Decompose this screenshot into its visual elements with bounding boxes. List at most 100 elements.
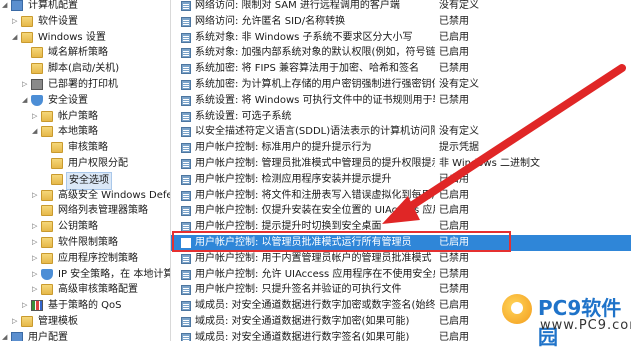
policy-row[interactable]: 系统对象: 加强内部系统对象的默认权限(例如，符号链接) 已启用	[171, 45, 631, 61]
tree-item-label: 管理模板	[38, 316, 78, 327]
policy-row[interactable]: 系统设置: 可选子系统	[171, 109, 631, 125]
policy-setting: 已启用	[439, 31, 469, 43]
expand-icon[interactable]: ▷	[22, 302, 28, 309]
policy-name: 用户帐户控制: 用于内置管理员帐户的管理员批准模式	[195, 252, 432, 264]
policy-row[interactable]: 系统对象: 非 Windows 子系统不要求区分大小写 已启用	[171, 30, 631, 46]
folder-icon	[21, 316, 33, 327]
tree-item-label: 用户配置	[28, 331, 68, 341]
expand-icon[interactable]: ▷	[32, 223, 38, 230]
tree-item-label: IP 安全策略，在 本地计算机	[58, 268, 171, 280]
policy-setting: 已禁用	[439, 268, 469, 280]
expand-icon[interactable]: ▷	[12, 318, 18, 325]
tree-item[interactable]: 安全选项	[0, 171, 170, 190]
tree-item[interactable]: ◢ Windows 设置	[0, 30, 170, 46]
tree-item-label: 用户权限分配	[68, 158, 128, 169]
policy-name: 用户帐户控制: 允许 UIAccess 应用程序在不使用安全桌面的情况下提升权限	[195, 268, 435, 280]
tree-item[interactable]: ▷ 软件设置	[0, 14, 170, 30]
collapse-icon[interactable]: ◢	[2, 333, 8, 340]
expand-icon[interactable]: ▷	[32, 112, 38, 119]
policy-row[interactable]: 网络访问: 允许匿名 SID/名称转换 已禁用	[171, 14, 631, 30]
watermark-url: www.PC9.com	[540, 318, 631, 333]
expand-icon[interactable]: ▷	[32, 270, 38, 277]
tree-item[interactable]: 审核策略	[0, 140, 170, 156]
collapse-icon[interactable]: ◢	[2, 2, 8, 9]
policy-setting: 已启用	[439, 189, 469, 201]
tree-item[interactable]: ◢ 用户配置	[0, 330, 170, 341]
policy-row[interactable]: 用户帐户控制: 管理员批准模式中管理员的提升权限提示的行为非 Windows 二…	[171, 156, 631, 172]
folder-icon	[41, 252, 53, 264]
tree-item[interactable]: ▷ 基于策略的 QoS	[0, 298, 170, 314]
policy-row[interactable]: 用户帐户控制: 允许 UIAccess 应用程序在不使用安全桌面的情况下提升权限…	[171, 267, 631, 283]
policy-row[interactable]: 用户帐户控制: 将文件和注册表写入错误虚拟化到每用户位置 已启用	[171, 188, 631, 204]
policy-icon	[181, 253, 191, 264]
expand-icon[interactable]: ▷	[32, 286, 38, 293]
tree-item[interactable]: 网络列表管理器策略	[0, 203, 170, 219]
policy-setting: 已启用	[439, 205, 469, 217]
tree-item[interactable]: ▷ 软件限制策略	[0, 235, 170, 251]
tree-item[interactable]: ▷ 公钥策略	[0, 219, 170, 235]
tree-item-label: 应用程序控制策略	[58, 252, 138, 264]
policy-row[interactable]: 用户帐户控制: 检测应用程序安装并提示提升 已启用	[171, 172, 631, 188]
policy-icon	[181, 48, 191, 59]
expand-icon[interactable]: ▷	[22, 81, 28, 88]
expand-icon[interactable]: ▷	[32, 191, 38, 198]
policy-row[interactable]: 用户帐户控制: 用于内置管理员帐户的管理员批准模式 已禁用	[171, 251, 631, 267]
policy-row[interactable]: 用户帐户控制: 仅提升安装在安全位置的 UIAccess 应用程序已启用	[171, 203, 631, 219]
policy-setting: 已禁用	[439, 15, 469, 27]
expand-icon[interactable]: ▷	[12, 17, 18, 24]
policy-name: 系统设置: 可选子系统	[195, 110, 292, 122]
policy-name: 域成员: 对安全通道数据进行数字签名(如果可能)	[195, 331, 410, 341]
policy-icon	[181, 1, 191, 11]
policy-setting: 已启用	[439, 331, 469, 341]
folder-icon	[41, 189, 53, 201]
policy-row[interactable]: 网络访问: 限制对 SAM 进行远程调用的客户端 没有定义	[171, 0, 631, 14]
printer-icon	[31, 79, 43, 90]
policy-icon	[181, 111, 191, 122]
collapse-icon[interactable]: ◢	[32, 128, 38, 135]
policy-name: 网络访问: 允许匿名 SID/名称转换	[195, 15, 346, 27]
expand-icon[interactable]: ▷	[32, 239, 38, 246]
tree-item[interactable]: 用户权限分配	[0, 156, 170, 172]
tree-item[interactable]: 脚本(启动/关机)	[0, 61, 170, 77]
policy-name: 系统对象: 加强内部系统对象的默认权限(例如，符号链接)	[195, 47, 435, 59]
tree-item[interactable]: ▷ 应用程序控制策略	[0, 251, 170, 267]
folder-icon	[31, 47, 43, 59]
policy-icon	[181, 190, 191, 201]
tree-item[interactable]: ◢ 安全设置	[0, 93, 170, 109]
tree-item[interactable]: ◢ 计算机配置	[0, 0, 170, 14]
tree-item-label: 本地策略	[58, 126, 98, 138]
tree-item[interactable]: ▷ 高级审核策略配置	[0, 282, 170, 298]
policy-setting: 已启用	[439, 47, 469, 59]
collapse-icon[interactable]: ◢	[22, 96, 28, 103]
policy-icon	[181, 159, 191, 169]
tree-item[interactable]: ▷ 已部署的打印机	[0, 77, 170, 93]
computer-icon	[11, 0, 23, 11]
policy-icon	[181, 32, 191, 43]
policy-row[interactable]: 用户帐户控制: 标准用户的提升提示行为 提示凭据	[171, 140, 631, 156]
folder-icon	[21, 31, 33, 43]
policy-setting: 已启用	[439, 316, 469, 327]
policy-row[interactable]: 系统加密: 为计算机上存储的用户密钥强制进行强密钥保护 没有定义	[171, 77, 631, 93]
collapse-icon[interactable]: ◢	[12, 33, 18, 40]
tree-item[interactable]: ▷ 帐户策略	[0, 109, 170, 125]
policy-row[interactable]: 系统设置: 将 Windows 可执行文件中的证书规则用于软件限制已禁用	[171, 93, 631, 109]
policy-setting: 已禁用	[439, 94, 469, 106]
policy-row[interactable]: 以安全描述符定义语言(SDDL)语法表示的计算机访问限制 没有定义	[171, 124, 631, 140]
tree-item[interactable]: 域名解析策略	[0, 45, 170, 61]
highlight-annotation-box	[172, 231, 511, 252]
tree-item-label: 软件设置	[38, 15, 78, 27]
chart-icon	[31, 300, 43, 312]
expand-icon[interactable]: ▷	[32, 254, 38, 261]
tree-item-label: Windows 设置	[38, 31, 106, 43]
tree-item[interactable]: ▷ 高级安全 Windows Defen	[0, 188, 170, 204]
tree-item[interactable]: ◢ 本地策略	[0, 124, 170, 140]
policy-name: 系统设置: 将 Windows 可执行文件中的证书规则用于软件限制	[195, 94, 435, 106]
policy-row[interactable]: 系统加密: 将 FIPS 兼容算法用于加密、哈希和签名 已禁用	[171, 61, 631, 77]
folder-icon	[41, 110, 53, 122]
policy-icon	[181, 127, 191, 138]
tree-item[interactable]: ▷ 管理模板	[0, 314, 170, 330]
folder-icon	[21, 15, 33, 27]
tree-item-label: 公钥策略	[58, 221, 98, 233]
tree-item[interactable]: ▷ IP 安全策略，在 本地计算机	[0, 267, 170, 283]
policy-icon	[181, 95, 191, 106]
